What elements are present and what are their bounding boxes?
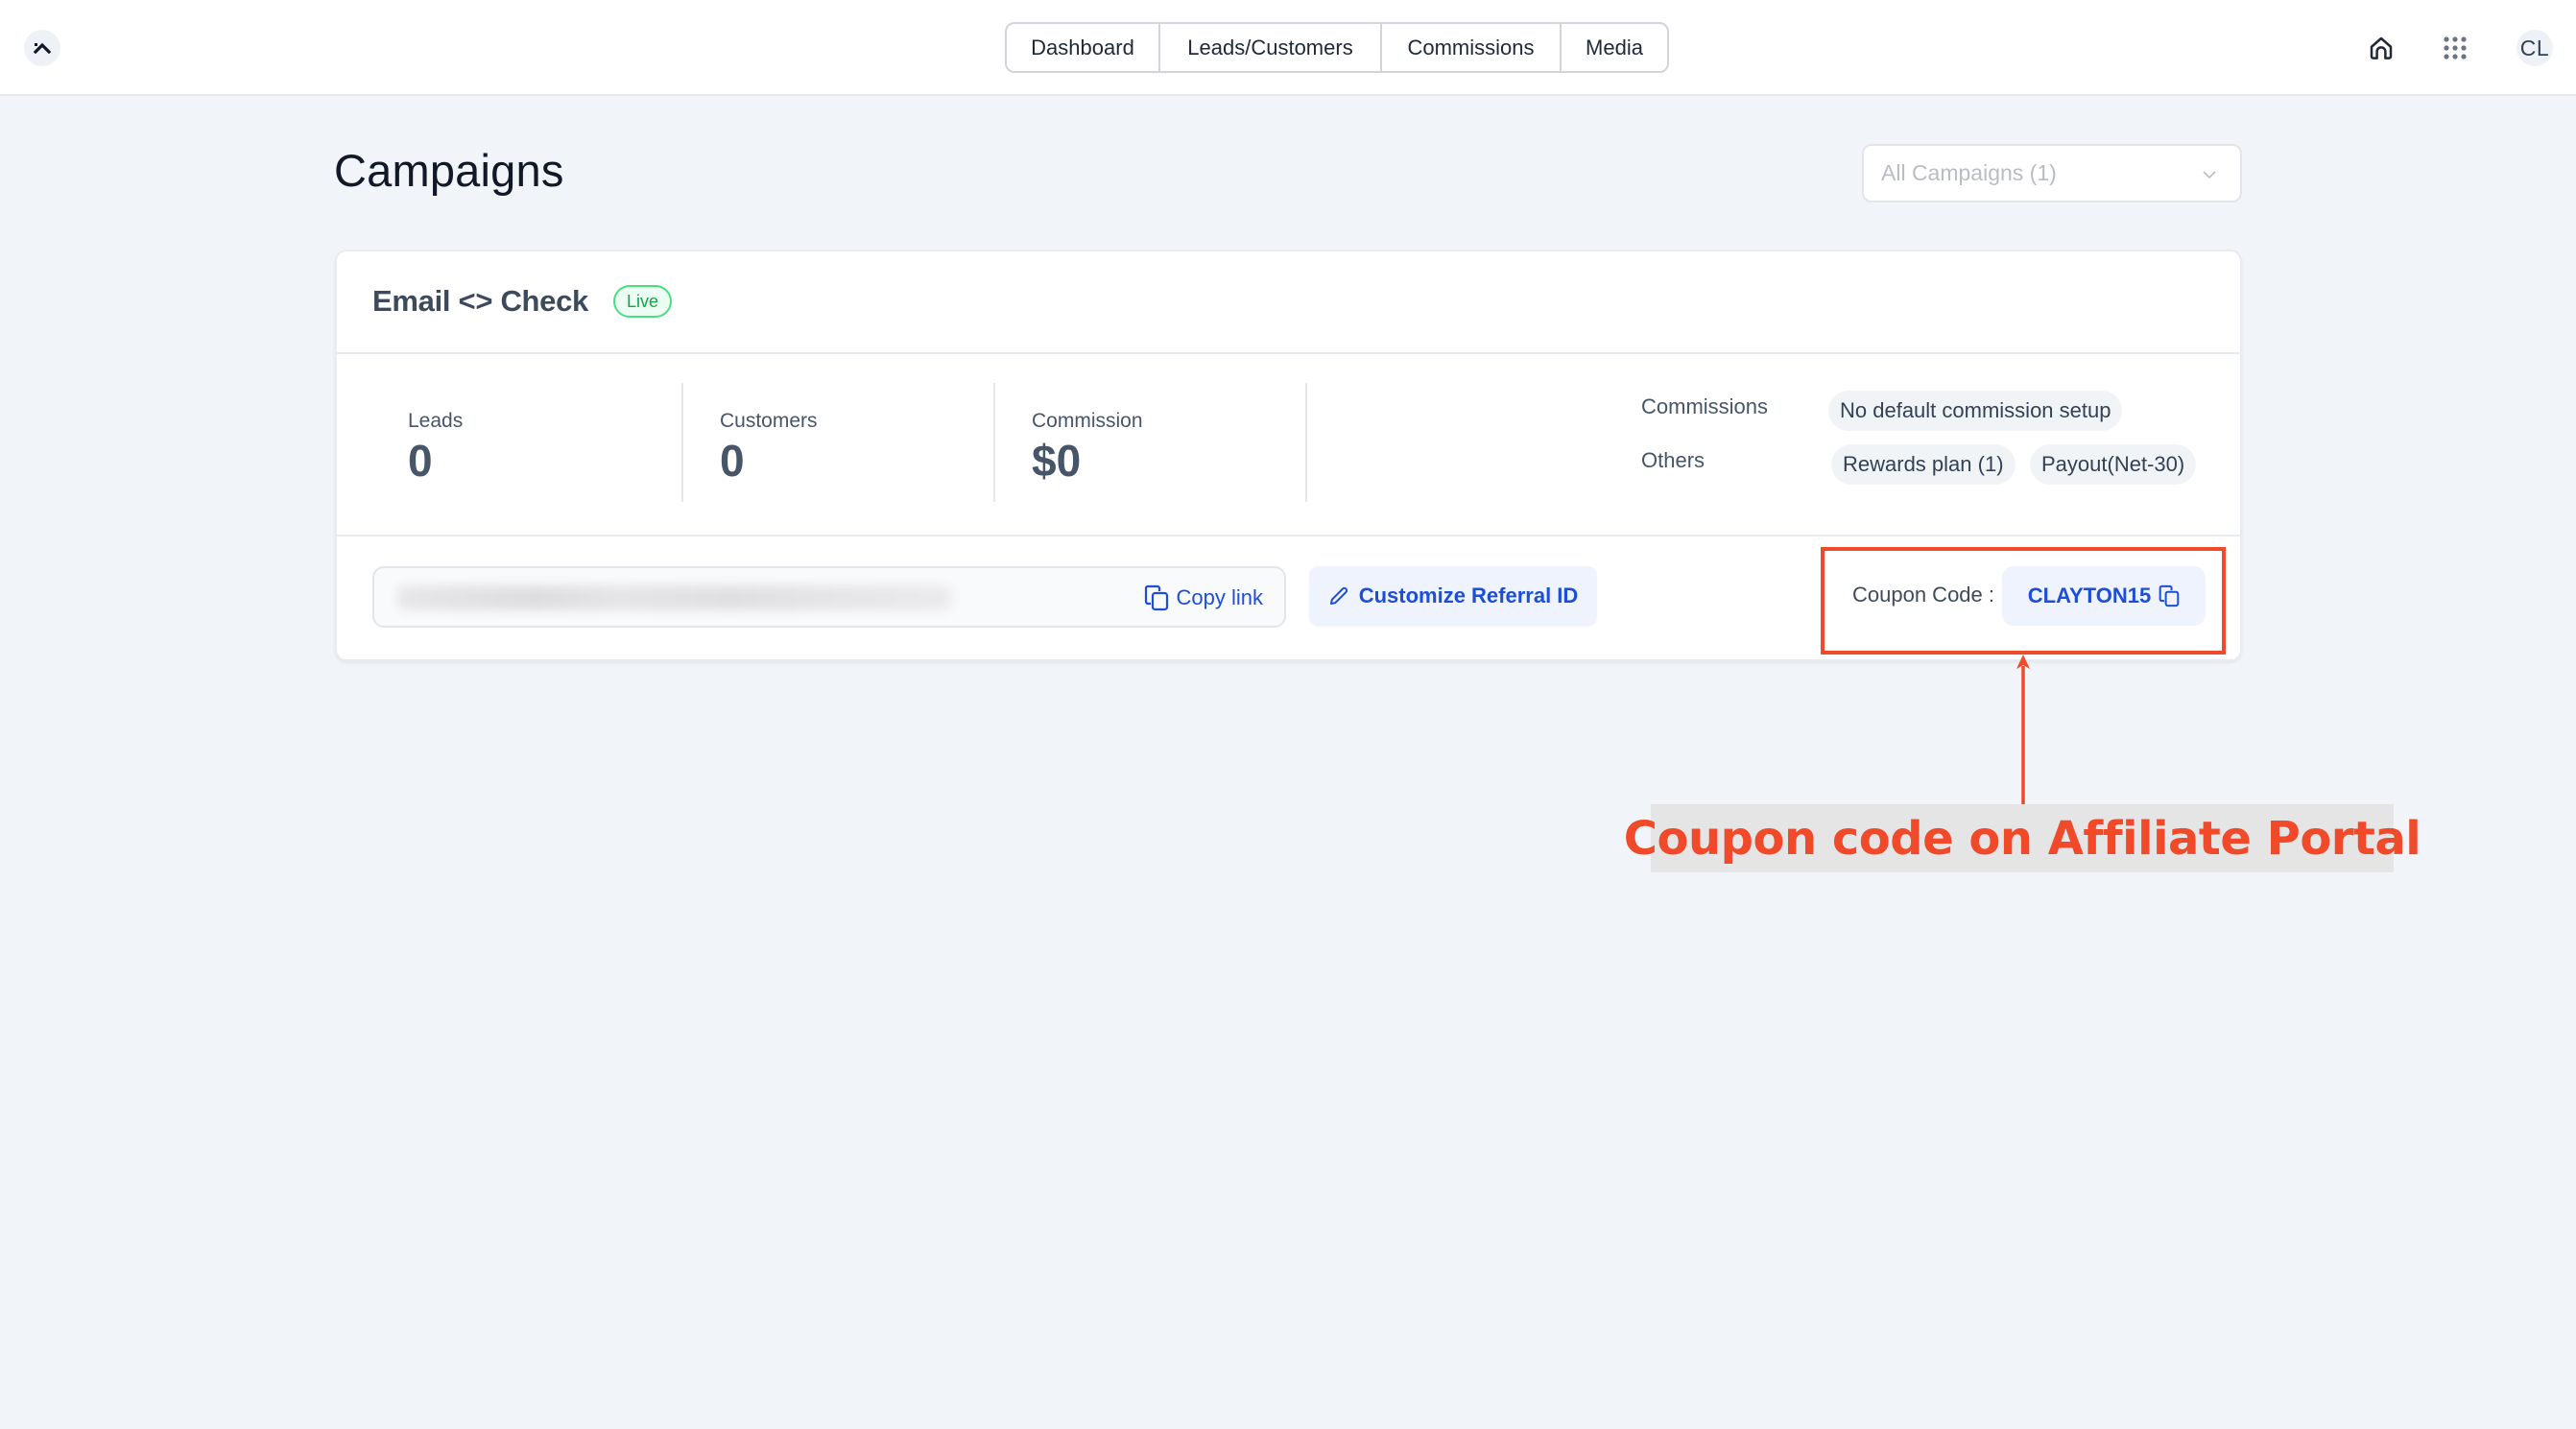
tab-commissions[interactable]: Commissions: [1382, 24, 1562, 71]
home-icon: [2370, 36, 2393, 60]
stat-customers: Customers 0: [683, 383, 995, 502]
commission-setup-chip: No default commission setup: [1828, 391, 2123, 431]
copy-link-label: Copy link: [1176, 585, 1263, 609]
campaign-stats: Leads 0 Customers 0 Commission $0 Commis…: [337, 354, 2240, 536]
stat-value: 0: [720, 436, 745, 486]
copy-icon: [1144, 584, 1168, 611]
stat-value: $0: [1032, 436, 1082, 486]
user-avatar[interactable]: CL: [2516, 30, 2553, 66]
payout-chip: Payout(Net-30): [2030, 444, 2197, 485]
campaign-card: Email <> Check Live Leads 0 Customers 0 …: [335, 250, 2242, 661]
rewards-plan-chip[interactable]: Rewards plan (1): [1831, 444, 2015, 485]
customize-referral-id-button[interactable]: Customize Referral ID: [1309, 566, 1597, 626]
status-badge: Live: [613, 285, 673, 318]
pencil-icon: [1329, 586, 1348, 605]
referral-link-field[interactable]: Copy link: [372, 566, 1286, 628]
chevron-up-icon: [33, 42, 52, 55]
commissions-label: Commissions: [1641, 394, 1769, 418]
campaign-filter-select[interactable]: All Campaigns (1): [1862, 144, 2242, 202]
stat-label: Customers: [720, 410, 818, 432]
copy-link-button[interactable]: Copy link: [1144, 582, 1263, 614]
tab-leads-customers[interactable]: Leads/Customers: [1160, 24, 1382, 71]
home-button[interactable]: [2362, 29, 2400, 67]
logo-button[interactable]: [24, 30, 60, 66]
tab-media[interactable]: Media: [1562, 24, 1667, 71]
campaign-name: Email <> Check: [372, 284, 588, 318]
stat-label: Commission: [1032, 410, 1143, 432]
stat-commission: Commission $0: [995, 383, 1307, 502]
apps-grid-icon: [2444, 36, 2467, 60]
apps-button[interactable]: [2436, 29, 2474, 67]
campaign-card-header: Email <> Check Live: [337, 251, 2240, 354]
referral-link-blurred: [397, 585, 952, 610]
annotation-label: Coupon code on Affiliate Portal: [1624, 804, 2421, 872]
top-bar: Dashboard Leads/Customers Commissions Me…: [0, 0, 2576, 96]
main-nav: Dashboard Leads/Customers Commissions Me…: [1005, 22, 1669, 73]
coupon-code-label: Coupon Code :: [1852, 583, 1994, 607]
chevron-down-icon: [2203, 171, 2216, 179]
page-title: Campaigns: [334, 145, 564, 196]
customize-referral-id-label: Customize Referral ID: [1358, 584, 1579, 607]
coupon-code-button[interactable]: CLAYTON15: [2002, 566, 2206, 626]
stat-label: Leads: [408, 410, 464, 432]
stat-value: 0: [408, 436, 433, 486]
stat-leads: Leads 0: [371, 383, 683, 502]
copy-icon: [2159, 584, 2180, 607]
tab-dashboard[interactable]: Dashboard: [1007, 24, 1160, 71]
annotation-arrow-icon: [2016, 655, 2030, 808]
campaign-filter-value: All Campaigns (1): [1881, 160, 2057, 185]
coupon-code-value: CLAYTON15: [2027, 584, 2152, 607]
others-label: Others: [1641, 448, 1705, 472]
